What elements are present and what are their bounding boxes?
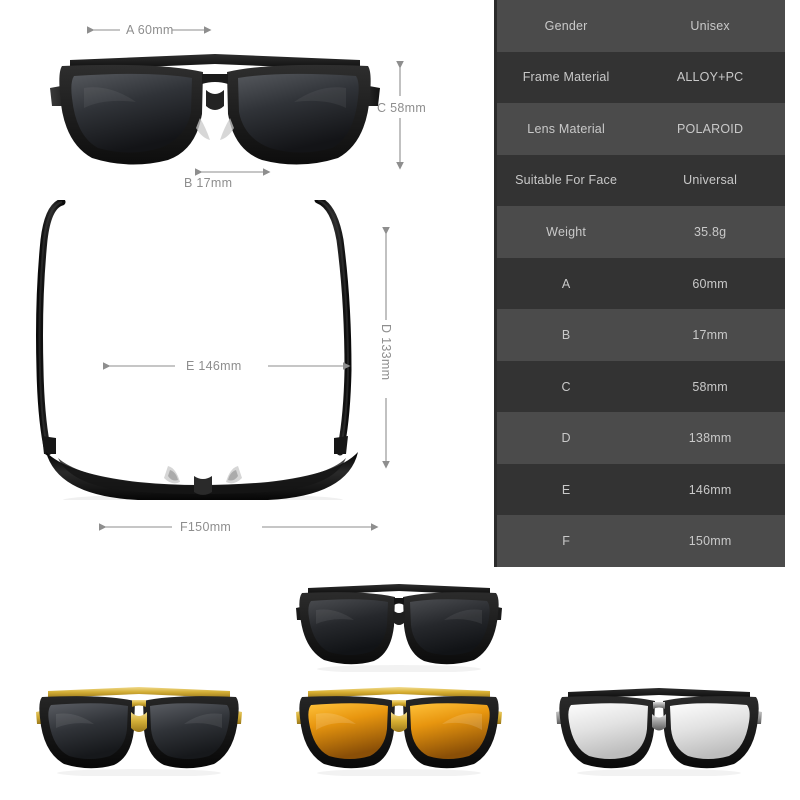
spec-value: 17mm — [692, 328, 728, 343]
spec-value: POLAROID — [677, 121, 744, 136]
spec-value: 35.8g — [693, 224, 727, 239]
table-row: E 146mm — [497, 463, 785, 516]
table-row: A 60mm — [497, 257, 785, 310]
variant-gold-frame-amber-lens — [296, 687, 502, 776]
table-row: D 138mm — [497, 412, 785, 464]
table-row: Frame Material ALLOY+PC — [497, 51, 785, 104]
table-row: C 58mm — [497, 360, 785, 413]
table-row: B 17mm — [497, 309, 785, 361]
spec-key: Suitable For Face — [515, 173, 618, 188]
table-row: Lens Material POLAROID — [497, 103, 785, 155]
dimension-label-b: B 17mm — [184, 176, 233, 190]
dimension-label-d: D 133mm — [379, 324, 393, 381]
dimension-label-c: C 58mm — [377, 101, 427, 115]
spec-key: D — [561, 431, 571, 446]
table-row: Suitable For Face Universal — [497, 154, 785, 207]
spec-key: A — [561, 276, 571, 291]
spec-value: Universal — [683, 173, 738, 188]
spec-key: E — [561, 482, 571, 497]
specification-table: Gender Unisex Frame Material ALLOY+PC Le… — [494, 0, 785, 568]
spec-key: F — [562, 534, 571, 549]
spec-key: Gender — [544, 18, 588, 33]
spec-key: B — [561, 328, 571, 343]
spec-value: 58mm — [692, 379, 728, 394]
variant-gold-frame-grey-lens — [36, 687, 242, 776]
spec-key: Frame Material — [522, 70, 610, 85]
table-row: F 150mm — [497, 515, 785, 568]
spec-key: Lens Material — [527, 121, 605, 136]
table-row: Gender Unisex — [497, 0, 785, 52]
spec-key: Weight — [546, 224, 587, 239]
dimension-label-a: A 60mm — [126, 23, 174, 37]
spec-value: ALLOY+PC — [676, 70, 744, 85]
spec-value: Unisex — [690, 18, 730, 33]
dimension-label-f: F150mm — [180, 520, 232, 534]
dimension-label-e: E 146mm — [186, 359, 242, 373]
spec-value: 60mm — [692, 276, 728, 291]
spec-value: 146mm — [688, 482, 732, 497]
spec-value: 150mm — [688, 534, 732, 549]
spec-key: C — [561, 379, 571, 394]
product-spec-image: A 60mm B 17mm C 58mm D 133mm E 146mm F15… — [0, 0, 800, 800]
variant-black-frame-silver-lens — [556, 688, 762, 776]
table-row: Weight 35.8g — [497, 206, 785, 258]
spec-value: 138mm — [688, 431, 732, 446]
variant-black-frame-black-lens — [296, 584, 502, 672]
